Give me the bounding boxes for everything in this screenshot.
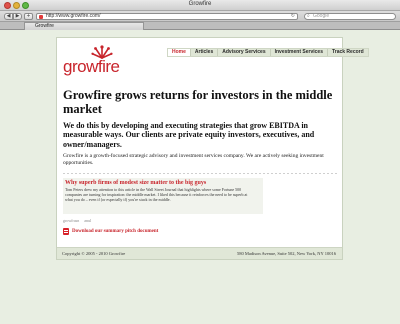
article-excerpt: Tom Peters drew my attention to this art…: [65, 187, 248, 202]
article-tags: growfrasn anul: [63, 218, 95, 223]
tab-growfire[interactable]: Growfire: [24, 22, 144, 30]
nav-item-advisory-services[interactable]: Advisory Services: [218, 49, 271, 56]
back-button[interactable]: ◀: [4, 13, 13, 20]
tab-bar: Growfire: [0, 22, 400, 30]
site-favicon-icon: [39, 15, 43, 19]
window-titlebar: Growfire: [0, 0, 400, 11]
article-title-link[interactable]: Why superb firms of modest size matter t…: [65, 180, 261, 187]
window-title: Growfire: [188, 1, 212, 7]
page-footer: Copyright © 2005 - 2010 Growfire 580 Mad…: [57, 247, 342, 259]
pdf-icon: [63, 227, 69, 235]
nav-item-track-record[interactable]: Track Record: [328, 49, 368, 56]
reload-icon[interactable]: ↻: [291, 14, 295, 19]
tag-link[interactable]: growfrasn: [63, 218, 79, 223]
search-placeholder: Google: [313, 13, 330, 19]
section-divider: [63, 173, 338, 174]
nav-item-investment-services[interactable]: Investment Services: [271, 49, 328, 56]
browser-toolbar: ◀ ▶ + http://www.growfire.com/ ↻ ⌕ Googl…: [0, 11, 400, 22]
forward-button[interactable]: ▶: [13, 13, 22, 20]
url-text: http://www.growfire.com/: [46, 13, 101, 19]
page-subhead: We do this by developing and executing s…: [63, 121, 315, 149]
add-bookmark-button[interactable]: +: [24, 13, 33, 20]
download-pitch-link[interactable]: Download our summary pitch document: [72, 229, 158, 234]
search-input[interactable]: ⌕ Google: [304, 13, 396, 20]
address-bar[interactable]: http://www.growfire.com/ ↻: [36, 13, 298, 20]
site-logo-text[interactable]: growfire: [63, 58, 120, 75]
featured-article: Why superb firms of modest size matter t…: [63, 178, 263, 214]
main-nav: Home Articles Advisory Services Investme…: [167, 48, 369, 57]
nav-item-home[interactable]: Home: [168, 49, 191, 56]
page-headline: Growfire grows returns for investors in …: [63, 88, 333, 116]
download-pitch[interactable]: Download our summary pitch document: [63, 227, 158, 235]
page-container: growfire Home Articles Advisory Services…: [56, 37, 369, 260]
tag-link[interactable]: anul: [84, 218, 91, 223]
copyright-text: Copyright © 2005 - 2010 Growfire: [62, 251, 126, 256]
address-text: 580 Madison Avenue, Suite 502, New York,…: [237, 251, 336, 256]
search-icon: ⌕: [307, 13, 310, 19]
page-viewport: growfire Home Articles Advisory Services…: [0, 30, 400, 324]
intro-paragraph: Growfire is a growth-focused strategic a…: [63, 153, 324, 166]
nav-item-articles[interactable]: Articles: [191, 49, 219, 56]
